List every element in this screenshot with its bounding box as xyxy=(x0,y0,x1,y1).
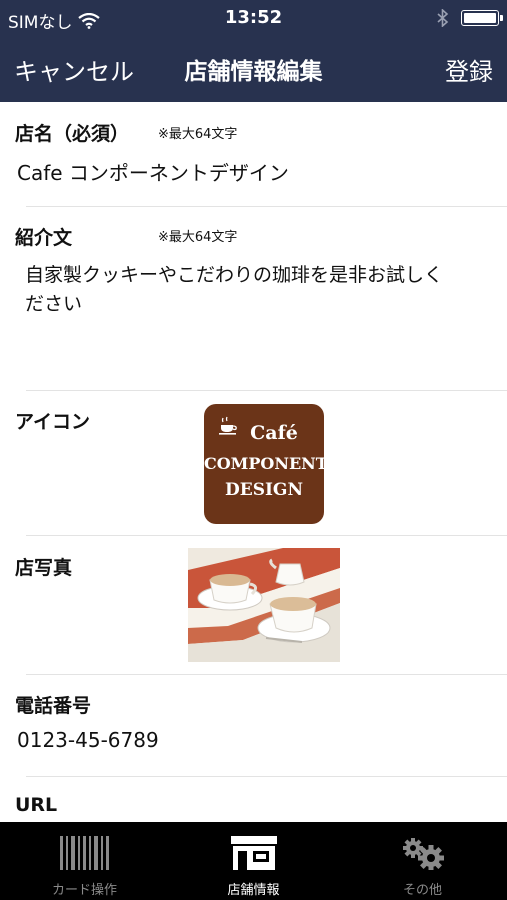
icon-label: アイコン xyxy=(15,411,91,433)
store-icon-image[interactable]: Café COMPONENT DESIGN xyxy=(204,404,328,524)
divider xyxy=(26,776,507,777)
tab-label-store-info: 店舗情報 xyxy=(227,883,280,898)
photo-label: 店写真 xyxy=(15,557,73,579)
page-title: 店舗情報編集 xyxy=(0,52,507,86)
barcode-icon xyxy=(59,836,109,870)
store-name-note: ※最大64文字 xyxy=(158,127,238,142)
register-button[interactable]: 登録 xyxy=(445,52,493,87)
bluetooth-icon xyxy=(437,9,449,27)
phone-input[interactable]: 0123-45-6789 xyxy=(17,728,159,752)
gears-icon xyxy=(402,838,444,870)
url-label: URL xyxy=(15,794,58,816)
status-bar: SIMなし 13:52 xyxy=(0,0,507,36)
tab-card-operation[interactable]: カード操作 xyxy=(0,822,169,900)
tea-cups-photo xyxy=(188,548,340,662)
divider xyxy=(26,535,507,536)
tab-label-card-operation: カード操作 xyxy=(51,883,117,898)
intro-text-line1: 自家製クッキーやこだわりの珈琲を是非お試しく xyxy=(25,264,444,286)
intro-note: ※最大64文字 xyxy=(158,230,238,245)
tab-other[interactable]: その他 xyxy=(338,822,507,900)
tab-store-info[interactable]: 店舗情報 xyxy=(169,822,338,900)
page-title-part1: 店舗情報 xyxy=(184,59,277,85)
intro-text-line2: ださい xyxy=(25,293,83,315)
store-name-input[interactable]: Cafe コンポーネントデザイン xyxy=(17,157,289,186)
divider xyxy=(26,206,507,207)
intro-textarea[interactable]: 自家製クッキーやこだわりの珈琲を是非お試しく ださい xyxy=(25,260,495,380)
phone-label: 電話番号 xyxy=(15,695,92,717)
store-name-label: 店名（必須） xyxy=(15,123,130,145)
tab-label-other: その他 xyxy=(402,883,442,898)
logo-text-design: DESIGN xyxy=(225,480,303,500)
page-title-part2: 編集 xyxy=(276,59,323,85)
navigation-bar: キャンセル 店舗情報編集 登録 xyxy=(0,36,507,102)
store-photo[interactable] xyxy=(188,548,340,662)
store-edit-form: 店名（必須） ※最大64文字 Cafe コンポーネントデザイン 紹介文 ※最大6… xyxy=(0,102,507,822)
logo-text-cafe: Café xyxy=(250,422,298,444)
logo-text-component: COMPONENT xyxy=(204,454,328,473)
divider xyxy=(26,390,507,391)
tab-bar: カード操作 店舗情報 その他 xyxy=(0,822,507,900)
battery-icon xyxy=(461,10,503,26)
storefront-icon xyxy=(230,836,277,870)
status-time: 13:52 xyxy=(224,7,283,28)
divider xyxy=(26,674,507,675)
intro-label: 紹介文 xyxy=(15,227,73,249)
